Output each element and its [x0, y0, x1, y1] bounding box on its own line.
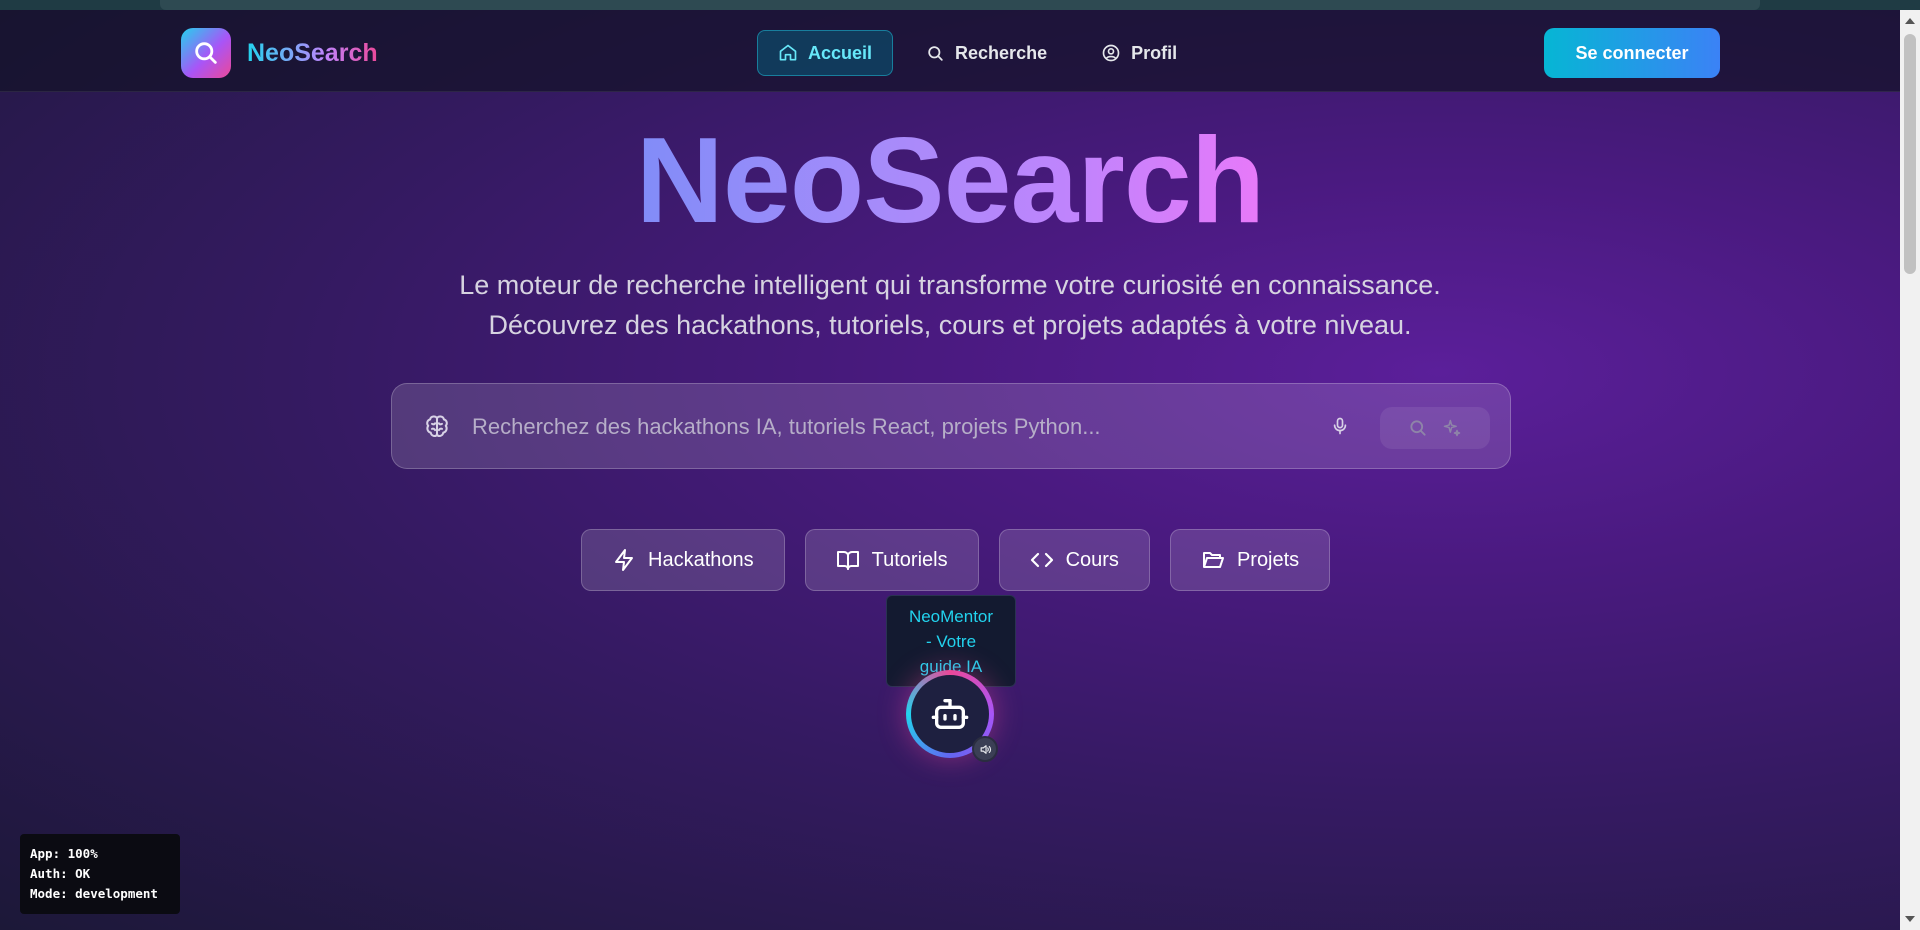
brand-logo[interactable]: NeoSearch: [181, 28, 378, 78]
nav-item-accueil[interactable]: Accueil: [757, 30, 894, 76]
page-scrollbar[interactable]: [1900, 10, 1920, 930]
browser-top-strip-inner: [160, 0, 1760, 10]
nav-item-label: Accueil: [808, 42, 873, 63]
search-icon: [1410, 420, 1426, 436]
category-buttons: Hackathons Tutoriels Cours Projets: [581, 529, 1331, 591]
hero-subtitle: Le moteur de recherche intelligent qui t…: [0, 265, 1900, 345]
category-hackathons-button[interactable]: Hackathons: [581, 529, 785, 591]
assistant-button[interactable]: [906, 670, 998, 762]
debug-mode: Mode: development: [30, 886, 158, 901]
search-icon: [195, 42, 217, 64]
folder-open-icon: [1202, 552, 1224, 568]
category-projets-button[interactable]: Projets: [1169, 529, 1331, 591]
mic-icon[interactable]: [1330, 415, 1350, 442]
nav-item-profil[interactable]: Profil: [1080, 30, 1198, 76]
debug-panel: App: 100% Auth: OK Mode: development: [20, 834, 180, 914]
debug-app-status: App: 100%: [30, 846, 98, 861]
category-label: Tutoriels: [871, 548, 948, 571]
hero-subtitle-line2: Découvrez des hackathons, tutoriels, cou…: [488, 310, 1412, 340]
category-tutoriels-button[interactable]: Tutoriels: [804, 529, 979, 591]
tooltip-line1: NeoMentor: [908, 607, 994, 626]
code-icon: [1030, 552, 1053, 568]
nav-item-label: Recherche: [955, 42, 1048, 63]
category-label: Projets: [1236, 548, 1300, 571]
brain-icon: [422, 412, 452, 447]
search-input[interactable]: [472, 404, 1312, 450]
top-navbar: NeoSearch Accueil Recherche Profil Se co…: [0, 10, 1900, 92]
scroll-up-arrow[interactable]: [1905, 18, 1915, 24]
bot-icon: [931, 699, 969, 729]
hero-subtitle-line1: Le moteur de recherche intelligent qui t…: [459, 270, 1441, 300]
login-button[interactable]: Se connecter: [1544, 28, 1720, 78]
search-bar: [391, 383, 1511, 469]
nav-item-recherche[interactable]: Recherche: [905, 30, 1068, 76]
category-label: Hackathons: [648, 548, 754, 571]
nav-item-label: Profil: [1131, 42, 1178, 63]
sound-toggle[interactable]: [972, 736, 998, 762]
user-circle-icon: [1102, 44, 1120, 62]
category-label: Cours: [1065, 548, 1119, 571]
book-open-icon: [836, 551, 859, 570]
brand-name: NeoSearch: [247, 38, 378, 67]
debug-auth-status: Auth: OK: [30, 866, 91, 881]
hero-title-text: NeoSearch: [635, 112, 1265, 248]
logo-box: [181, 28, 231, 78]
browser-top-strip: [0, 0, 1920, 10]
volume-icon: [980, 744, 991, 754]
main-nav: Accueil Recherche Profil: [757, 30, 1198, 76]
zap-icon: [615, 549, 633, 571]
category-cours-button[interactable]: Cours: [998, 529, 1150, 591]
scroll-thumb[interactable]: [1904, 34, 1916, 274]
sparkles-icon: [1443, 419, 1461, 437]
search-icon: [928, 45, 943, 61]
home-icon: [779, 44, 797, 61]
tooltip-line2: - Votre: [925, 632, 977, 651]
hero-title: NeoSearch: [0, 110, 1900, 250]
scroll-down-arrow[interactable]: [1905, 916, 1915, 922]
search-submit-button[interactable]: [1380, 407, 1490, 449]
